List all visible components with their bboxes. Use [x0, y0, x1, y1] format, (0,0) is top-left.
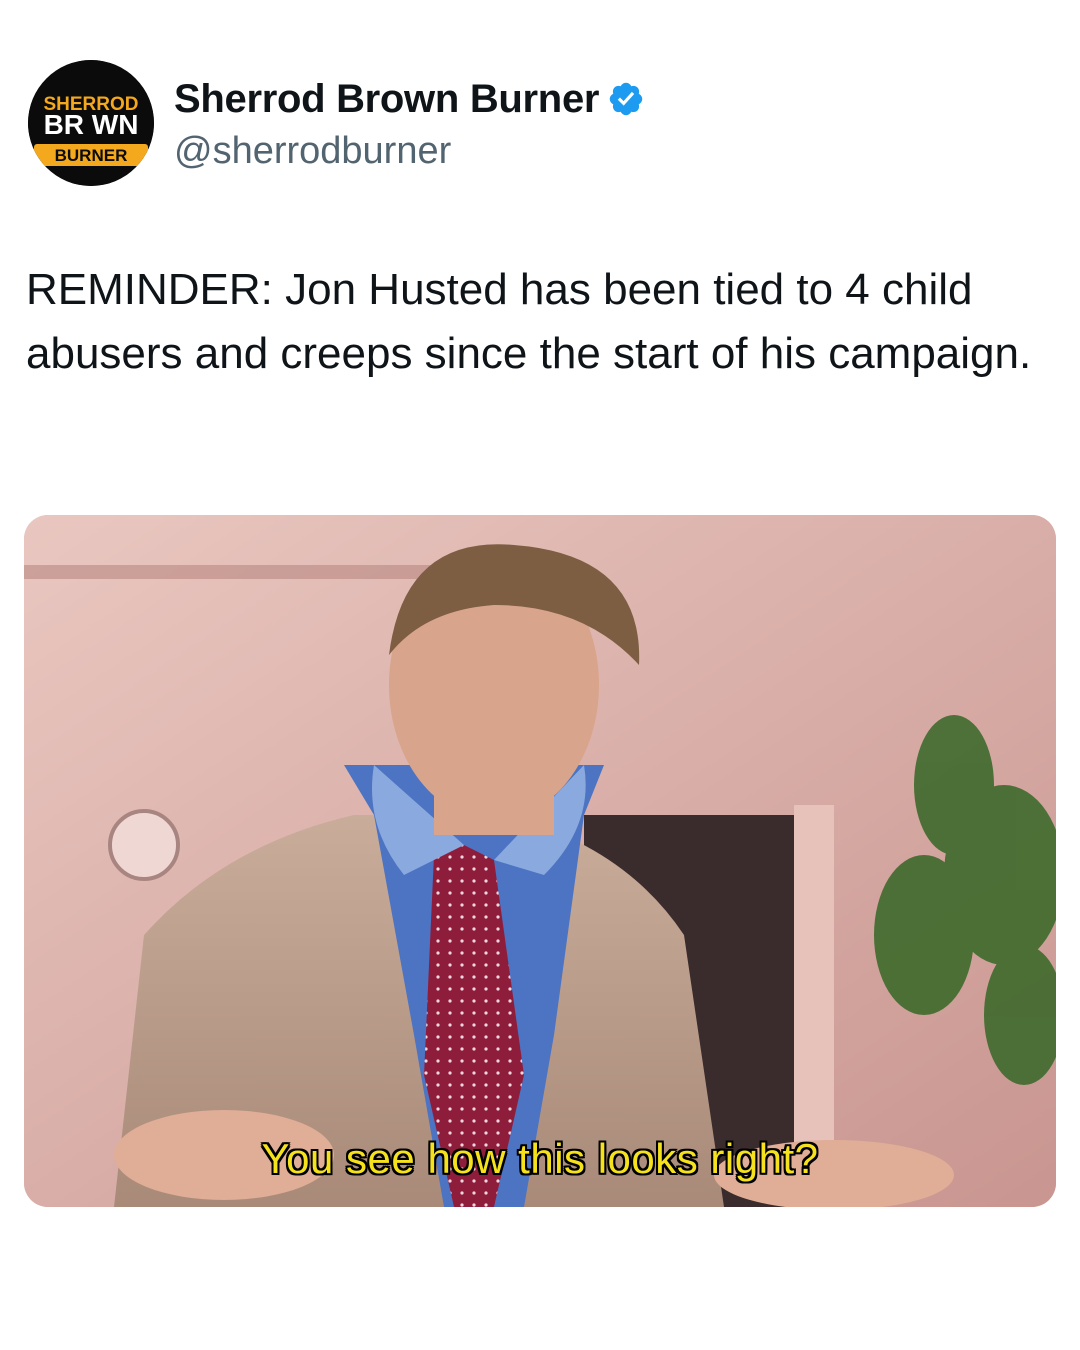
post-text: REMINDER: Jon Husted has been tied to 4 … — [26, 265, 1032, 378]
meme-still-image — [24, 515, 1056, 1207]
handle[interactable]: @sherrodburner — [174, 130, 645, 173]
display-name-row: Sherrod Brown Burner — [174, 74, 645, 124]
logo-icon: SHERROD BR WN BURNER — [28, 60, 154, 186]
author-block: Sherrod Brown Burner @sherrodburner — [174, 74, 645, 173]
post-header: SHERROD BR WN BURNER Sherrod Brown Burne… — [28, 60, 1028, 188]
post-media[interactable]: You see how this looks right? — [24, 515, 1056, 1207]
logo-line2: BR WN — [44, 109, 139, 140]
verified-badge-icon[interactable] — [607, 80, 645, 118]
logo-line3: BURNER — [55, 146, 128, 165]
display-name[interactable]: Sherrod Brown Burner — [174, 77, 599, 122]
avatar[interactable]: SHERROD BR WN BURNER — [28, 60, 154, 186]
subtitle-caption: You see how this looks right? — [261, 1135, 819, 1182]
